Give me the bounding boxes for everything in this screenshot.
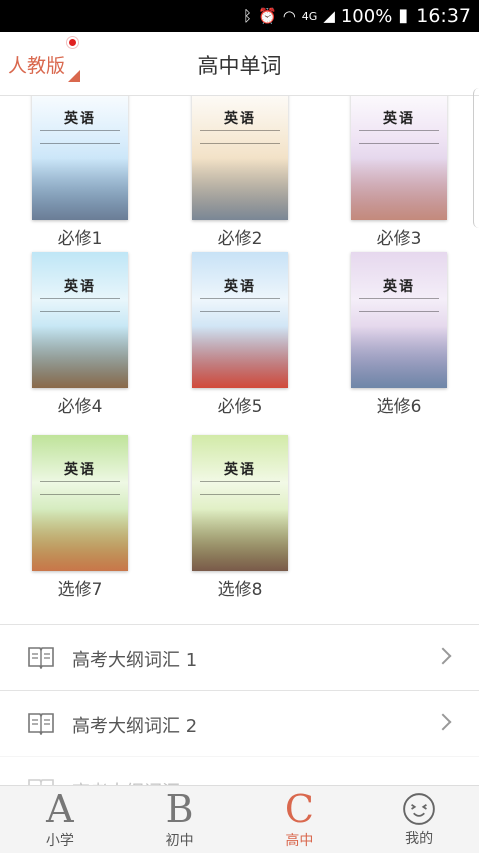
status-bar: ᛒ ⏰ ◠ 4G ◢ 100% ▮ 16:37 — [0, 0, 479, 32]
header: 人教版 高中单词 — [0, 32, 479, 96]
book-cover: 英语 — [192, 252, 288, 388]
tab-primary[interactable]: A 小学 — [0, 786, 120, 853]
smiley-face-icon — [403, 793, 435, 825]
cover-title: 英语 — [64, 279, 96, 295]
book-label: 必修2 — [217, 229, 263, 249]
cover-subtitle-band — [200, 298, 280, 312]
book-cover: 英语 — [351, 252, 447, 388]
book-item[interactable]: 英语 必修4 — [0, 252, 160, 417]
chevron-right-icon — [434, 647, 452, 665]
cover-title: 英语 — [224, 462, 256, 478]
alarm-icon: ⏰ — [258, 6, 277, 25]
book-cover: 英语 — [192, 435, 288, 571]
tab-mine[interactable]: 我的 — [359, 786, 479, 853]
cover-scene — [32, 509, 128, 571]
book-cover: 英语 — [32, 435, 128, 571]
cover-scene — [32, 158, 128, 220]
book-item[interactable]: 英语 选修8 — [160, 435, 320, 600]
cover-subtitle-band — [40, 298, 120, 312]
tab-label: 我的 — [405, 831, 434, 847]
notification-dot — [67, 37, 78, 48]
book-item[interactable]: 英语 必修2 — [160, 96, 320, 249]
tab-label: 高中 — [285, 833, 314, 849]
bottom-tab-bar: A 小学 B 初中 C 高中 我的 — [0, 785, 479, 853]
tab-label: 初中 — [165, 833, 194, 849]
book-label: 选修7 — [57, 580, 103, 600]
tab-senior[interactable]: C 高中 — [240, 786, 360, 853]
letter-b-icon: B — [165, 787, 194, 831]
book-item[interactable]: 英语 选修7 — [0, 435, 160, 600]
list-item-label: 高考大纲词汇 2 — [72, 716, 198, 737]
book-label: 必修4 — [57, 397, 103, 417]
tab-label: 小学 — [45, 833, 74, 849]
book-cover: 英语 — [351, 96, 447, 220]
cover-scene — [192, 158, 288, 220]
cover-title: 英语 — [64, 111, 96, 127]
network-type: 4G — [301, 9, 318, 23]
app-screen: ᛒ ⏰ ◠ 4G ◢ 100% ▮ 16:37 人教版 高中单词 英语 必修1 … — [0, 0, 479, 853]
book-item[interactable]: 英语 必修1 — [0, 96, 160, 249]
list-item[interactable]: 高考大纲词汇 1 — [0, 624, 479, 690]
book-label: 必修1 — [57, 229, 103, 249]
battery-percent: 100% — [340, 5, 393, 27]
tab-junior[interactable]: B 初中 — [120, 786, 240, 853]
cover-subtitle-band — [40, 130, 120, 144]
cover-title: 英语 — [383, 279, 415, 295]
list-item[interactable]: 高考大纲词汇 2 — [0, 690, 479, 756]
list-item-label: 高考大纲词汇 1 — [72, 650, 198, 671]
open-book-icon — [28, 713, 54, 735]
book-item[interactable]: 英语 必修5 — [160, 252, 320, 417]
cover-title: 英语 — [64, 462, 96, 478]
cover-subtitle-band — [200, 481, 280, 495]
wifi-icon: ◠ — [282, 6, 296, 25]
open-book-icon — [28, 647, 54, 669]
book-item[interactable]: 英语 必修3 — [319, 96, 479, 249]
cover-subtitle-band — [359, 298, 439, 312]
book-grid: 英语 必修1 英语 必修2 英语 必修3 英语 必修4 英语 必修5 英语 选修… — [0, 96, 479, 624]
chevron-right-icon — [434, 713, 452, 731]
cover-scene — [192, 326, 288, 388]
book-label: 选修6 — [376, 397, 422, 417]
cover-subtitle-band — [40, 481, 120, 495]
cover-scene — [192, 509, 288, 571]
page-title: 高中单词 — [197, 54, 282, 78]
book-label: 必修3 — [376, 229, 422, 249]
book-label: 必修5 — [217, 397, 263, 417]
cover-title: 英语 — [383, 111, 415, 127]
cover-subtitle-band — [200, 130, 280, 144]
cover-scene — [351, 158, 447, 220]
clock: 16:37 — [416, 5, 471, 27]
book-label: 选修8 — [217, 580, 263, 600]
battery-icon: ▮ — [398, 5, 409, 26]
signal-icon: ◢ — [323, 6, 335, 25]
letter-a-icon: A — [46, 787, 74, 831]
letter-c-icon: C — [284, 787, 314, 831]
book-cover: 英语 — [192, 96, 288, 220]
cover-scene — [351, 326, 447, 388]
book-item[interactable]: 英语 选修6 — [319, 252, 479, 417]
book-cover: 英语 — [32, 252, 128, 388]
cover-scene — [32, 326, 128, 388]
cover-title: 英语 — [224, 111, 256, 127]
book-cover: 英语 — [32, 96, 128, 220]
cover-title: 英语 — [224, 279, 256, 295]
bluetooth-icon: ᛒ — [242, 6, 252, 25]
cover-subtitle-band — [359, 130, 439, 144]
